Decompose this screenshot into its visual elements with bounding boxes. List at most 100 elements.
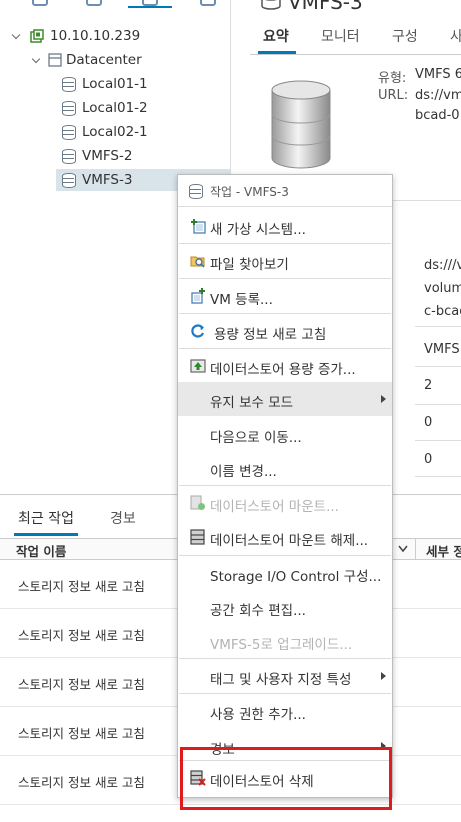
tab-summary[interactable]: 요약 — [263, 26, 289, 46]
tree-item-datastore[interactable]: Local01-2 — [0, 97, 230, 119]
menu-item-label: 데이터스토어 용량 증가... — [210, 362, 356, 378]
menu-item-register-vm[interactable]: VM 등록... — [178, 279, 392, 313]
column-header-task-name[interactable]: 작업 이름 — [16, 541, 66, 560]
task-name-cell: 스토리지 정보 새로 고침 — [18, 775, 145, 790]
menu-item-label: Storage I/O Control 구성... — [210, 569, 382, 585]
tab-configure[interactable]: 구성 — [392, 26, 418, 46]
tab-recent-tasks[interactable]: 최근 작업 — [18, 508, 74, 528]
datastore-icon — [62, 125, 76, 140]
url-value: ds://vm — [415, 88, 461, 103]
panel-value: volum — [424, 281, 461, 296]
menu-item-label: 데이터스토어 마운트 해제... — [210, 533, 369, 549]
datastore-icon — [189, 184, 203, 199]
menu-item-move-to[interactable]: 다음으로 이동... — [178, 417, 392, 451]
datastore-icon — [62, 77, 76, 92]
menu-item-label: 공간 회수 편집... — [210, 603, 306, 619]
menu-item-label: 유지 보수 모드 — [210, 395, 294, 411]
datastore-actions-menu: 작업 - VMFS-3 새 가상 시스템... 파일 찾아보기 VM 등록... — [177, 174, 393, 798]
menu-item-storage-io-control[interactable]: Storage I/O Control 구성... — [178, 556, 392, 590]
tree-item-datastore[interactable]: Local01-1 — [0, 73, 230, 95]
increase-capacity-icon — [190, 359, 206, 373]
menu-header-label: 작업 - VMFS-3 — [210, 185, 289, 199]
mount-datastore-icon — [190, 495, 205, 510]
datastore-icon — [62, 101, 76, 116]
panel-value: VMFS — [424, 342, 460, 357]
datastore-icon — [62, 173, 76, 188]
tab-active-indicator — [14, 533, 78, 536]
submenu-arrow-icon — [381, 672, 386, 680]
tree-item-label: Local02-1 — [82, 124, 148, 140]
tree-item-datastore[interactable]: Local02-1 — [0, 121, 230, 143]
menu-item-label: 태그 및 사용자 지정 특성 — [210, 672, 352, 688]
tree-item-label: Local01-2 — [82, 100, 148, 116]
type-value: VMFS 6 — [415, 67, 461, 82]
menu-item-new-vm[interactable]: 새 가상 시스템... — [178, 209, 392, 243]
menu-item-maintenance-mode[interactable]: 유지 보수 모드 — [178, 382, 392, 416]
menu-item-browse-files[interactable]: 파일 찾아보기 — [178, 244, 392, 278]
chevron-down-icon[interactable] — [32, 49, 42, 71]
tree-item-datacenter[interactable]: Datacenter — [0, 49, 230, 71]
menu-item-label: 새 가상 시스템... — [210, 222, 306, 238]
folder-search-icon — [190, 256, 205, 268]
menu-item-add-permission[interactable]: 사용 권한 추가... — [178, 694, 392, 728]
menu-item-upgrade-vmfs5[interactable]: VMFS-5로 업그레이드... — [178, 624, 392, 658]
page-title: VMFS-3 — [288, 0, 363, 14]
tabs-divider — [250, 54, 461, 55]
task-name-cell: 스토리지 정보 새로 고침 — [18, 579, 145, 594]
menu-item-mount[interactable]: 데이터스토어 마운트... — [178, 486, 392, 520]
submenu-arrow-icon — [381, 395, 386, 403]
menu-item-space-reclamation[interactable]: 공간 회수 편집... — [178, 590, 392, 624]
column-header-details[interactable]: 세부 정 — [426, 541, 461, 560]
task-name-cell: 스토리지 정보 새로 고침 — [18, 726, 145, 741]
url-label: URL: — [378, 88, 409, 103]
row-divider — [415, 326, 461, 327]
datastore-icon — [62, 149, 76, 164]
tree-item-label: VMFS-3 — [82, 172, 133, 188]
register-vm-icon — [191, 288, 205, 304]
highlight-annotation — [180, 747, 392, 810]
tree-item-host[interactable]: 10.10.10.239 — [0, 25, 230, 47]
chevron-down-icon[interactable] — [12, 25, 22, 47]
menu-item-refresh-capacity[interactable]: 용량 정보 새로 고침 — [178, 314, 392, 348]
type-label: 유형: — [378, 71, 407, 86]
menu-item-label: 용량 정보 새로 고침 — [214, 327, 327, 343]
panel-value: 2 — [424, 378, 433, 393]
datastore-header-icon — [261, 0, 281, 10]
tree-item-datastore[interactable]: VMFS-2 — [0, 145, 230, 167]
row-divider — [415, 476, 461, 477]
column-divider[interactable] — [415, 539, 416, 559]
vcenter-icon — [30, 29, 44, 43]
tree-item-label: Local01-1 — [82, 76, 148, 92]
tree-item-label: 10.10.10.239 — [50, 28, 141, 44]
datacenter-icon — [48, 53, 62, 67]
tree-item-label: VMFS-2 — [82, 148, 133, 164]
new-vm-icon — [191, 219, 206, 234]
menu-item-label: 다음으로 이동... — [210, 430, 302, 446]
filter-chevron-icon[interactable] — [398, 545, 408, 553]
menu-item-label: 이름 변경... — [210, 464, 277, 480]
menu-item-increase-capacity[interactable]: 데이터스토어 용량 증가... — [178, 349, 392, 383]
panel-value: 0 — [424, 415, 433, 430]
panel-value: 0 — [424, 452, 433, 467]
panel-value: c-bcad — [424, 304, 461, 319]
row-divider — [415, 440, 461, 441]
tab-alarms[interactable]: 경보 — [110, 508, 136, 528]
menu-item-label: 데이터스토어 마운트... — [210, 499, 339, 515]
tab-permissions[interactable]: 사 — [450, 26, 461, 46]
menu-item-tags-attributes[interactable]: 태그 및 사용자 지정 특성 — [178, 659, 392, 693]
unmount-datastore-icon — [190, 529, 205, 545]
menu-header: 작업 - VMFS-3 — [178, 175, 392, 207]
menu-item-label: 사용 권한 추가... — [210, 707, 306, 723]
refresh-icon — [191, 324, 205, 338]
tab-monitor[interactable]: 모니터 — [321, 26, 360, 46]
task-name-cell: 스토리지 정보 새로 고침 — [18, 677, 145, 692]
task-name-cell: 스토리지 정보 새로 고침 — [18, 628, 145, 643]
panel-value: ds:///v — [424, 258, 461, 273]
tree-item-label: Datacenter — [66, 52, 142, 68]
row-divider — [415, 404, 461, 405]
menu-item-label: VM 등록... — [210, 292, 273, 308]
menu-item-rename[interactable]: 이름 변경... — [178, 451, 392, 485]
menu-item-unmount[interactable]: 데이터스토어 마운트 해제... — [178, 520, 392, 554]
url-value-continued: bcad-0 — [415, 108, 460, 123]
row-divider — [415, 366, 461, 367]
